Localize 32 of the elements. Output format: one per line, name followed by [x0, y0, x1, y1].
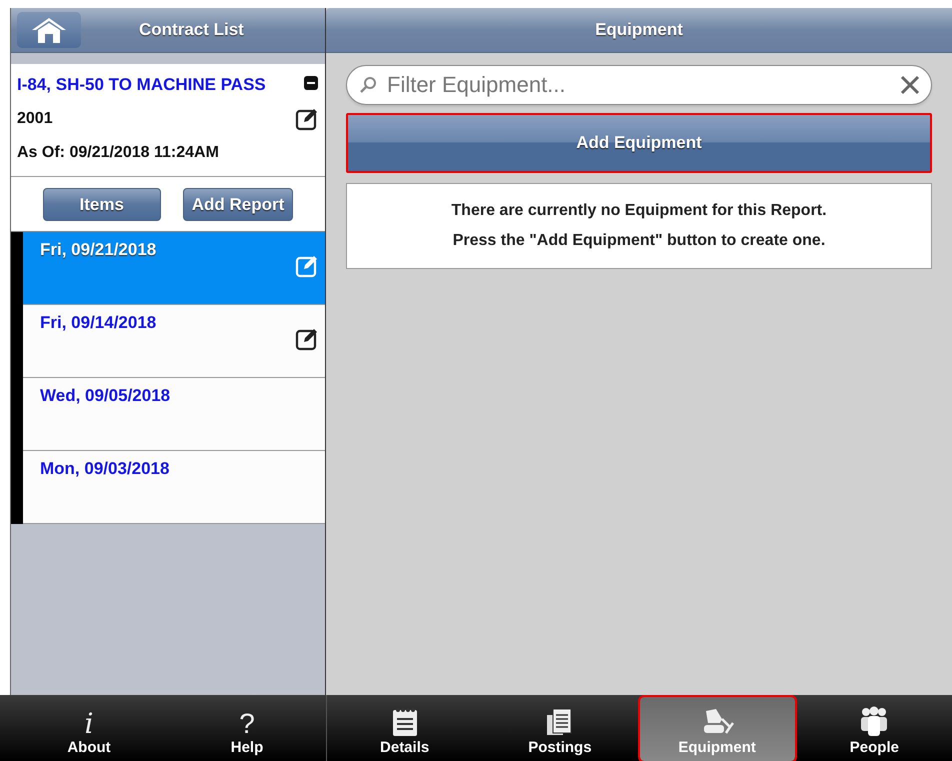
edit-icon[interactable] [295, 107, 319, 131]
panel-button[interactable]: Add Report [182, 188, 294, 221]
filter-box[interactable]: Filter Equipment... [346, 65, 932, 105]
report-item[interactable]: Fri, 09/14/2018 [23, 305, 325, 378]
tab-button[interactable]: Details [327, 695, 482, 761]
tab-button[interactable]: ? Help [168, 695, 326, 761]
tab-glyph: i [84, 709, 94, 739]
collapse-icon[interactable] [303, 74, 319, 90]
clear-icon[interactable] [899, 74, 921, 96]
report-item[interactable]: Mon, 09/03/2018 [23, 451, 325, 524]
report-date: Mon, 09/03/2018 [40, 459, 170, 479]
header-title: Contract List [139, 20, 244, 40]
header-title: Equipment [595, 20, 683, 40]
add-equipment-button[interactable]: Add Equipment [346, 113, 932, 173]
report-date: Fri, 09/14/2018 [40, 313, 156, 333]
contract-number: 2001 [17, 110, 53, 128]
tab-button[interactable]: People [796, 695, 952, 761]
panel-button[interactable]: Items [42, 188, 161, 221]
report-item[interactable]: Wed, 09/05/2018 [23, 378, 325, 451]
search-icon [359, 76, 377, 94]
home-button[interactable] [17, 12, 81, 48]
tab-button[interactable]: i About [10, 695, 168, 761]
report-date: Wed, 09/05/2018 [40, 386, 170, 406]
tab-button[interactable]: Equipment [640, 697, 795, 761]
report-date: Fri, 09/21/2018 [40, 240, 156, 260]
filter-field[interactable]: Filter Equipment... [385, 71, 891, 99]
tab-glyph: ? [239, 709, 255, 739]
contract-name[interactable]: I-84, SH-50 TO MACHINE PASS [17, 75, 266, 95]
message-text: There are currently no Equipment for this Report. [450, 202, 828, 220]
message-text: Press the "Add Equipment" button to create one. [452, 232, 826, 250]
tab-button[interactable]: Postings [482, 695, 638, 761]
as-of-date: As Of: 09/21/2018 11:24AM [17, 144, 219, 162]
